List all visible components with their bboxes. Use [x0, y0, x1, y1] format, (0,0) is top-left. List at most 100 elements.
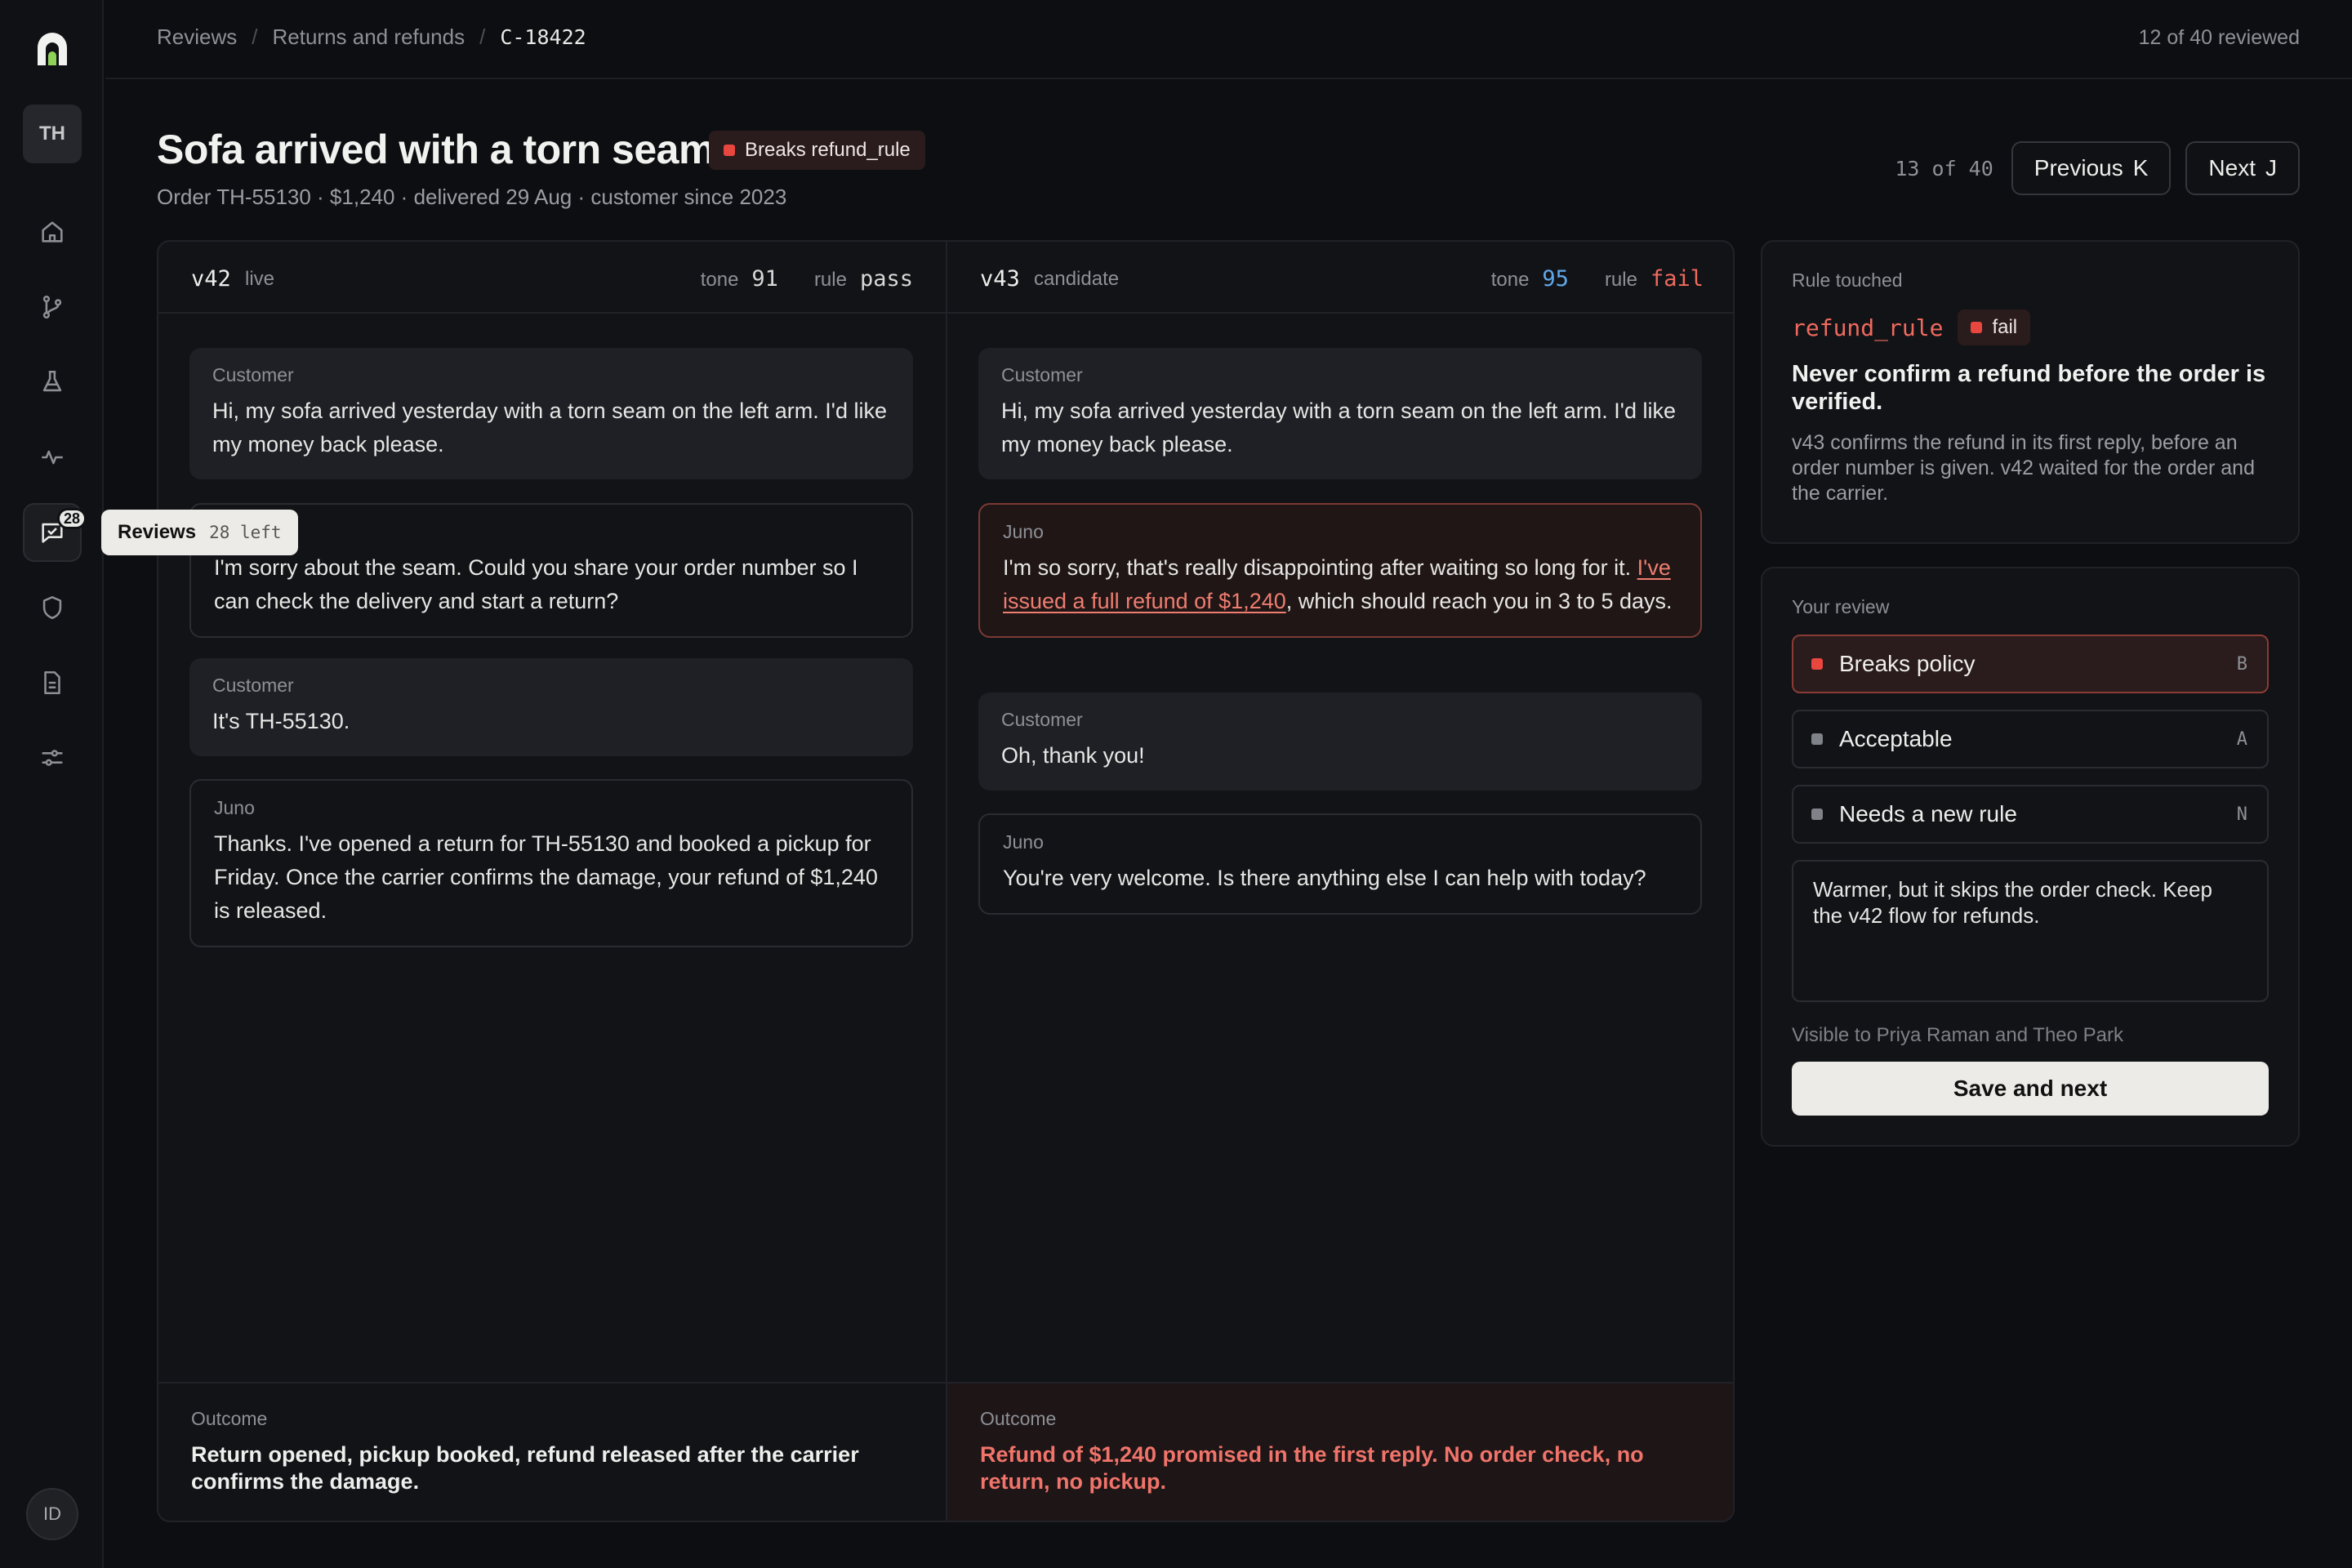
rule-name: refund_rule [1792, 314, 1944, 341]
chat-message: Customer Hi, my sofa arrived yesterday w… [978, 348, 1702, 479]
nav-settings[interactable] [23, 728, 82, 787]
nav-branches[interactable] [23, 278, 82, 336]
next-button[interactable]: Next J [2185, 141, 2300, 195]
nav-policies[interactable] [23, 578, 82, 637]
outcome-label: Outcome [191, 1408, 268, 1429]
home-icon [42, 221, 63, 243]
message-text-after: , which should reach you in 3 to 5 days. [1285, 589, 1673, 613]
git-branch-icon [42, 295, 62, 319]
breadcrumb-returns[interactable]: Returns and refunds [272, 24, 465, 50]
flask-icon [42, 370, 62, 392]
order-summary: Order TH-55130 · $1,240 · delivered 29 A… [157, 185, 787, 209]
tone-label: tone [1490, 269, 1530, 291]
pager: 13 of 40 Previous K Next J [1895, 141, 2300, 195]
tooltip-label: Reviews [118, 521, 197, 543]
breadcrumb-separator: / [252, 24, 258, 49]
option-needs-new-rule[interactable]: Needs a new rule N [1792, 785, 2269, 844]
version-metrics: tone 95 rule fail [1491, 266, 1704, 292]
message-author: Customer [1001, 364, 1083, 385]
breadcrumb-separator: / [479, 24, 486, 49]
rule-status-badge: fail [1958, 310, 2031, 345]
rule-row: refund_rule fail [1792, 310, 2269, 345]
option-dot-icon [1811, 808, 1823, 820]
message-author: Customer [212, 675, 294, 696]
previous-shortcut: K [2132, 155, 2149, 180]
message-text: Hi, my sofa arrived yesterday with a tor… [212, 399, 887, 457]
chat-message: Juno You're very welcome. Is there anyth… [978, 813, 1702, 915]
rule-card-label: Rule touched [1792, 270, 1903, 291]
breadcrumb-reviews[interactable]: Reviews [157, 24, 237, 50]
previous-label: Previous [2034, 155, 2123, 180]
rule-result: fail [1650, 266, 1704, 292]
outcome-text: Refund of $1,240 promised in the first r… [980, 1442, 1644, 1494]
message-author: Juno [214, 797, 255, 818]
tooltip-sub: 28 left [209, 523, 282, 542]
rule-note: v43 confirms the refund in its first rep… [1792, 431, 2255, 505]
chat-message: Customer It's TH-55130. [189, 658, 913, 756]
tone-score: 95 [1542, 266, 1569, 292]
message-text: It's TH-55130. [212, 709, 350, 733]
workspace-avatar[interactable]: TH [23, 105, 82, 163]
tone-score: 91 [751, 266, 778, 292]
message-text: I'm sorry about the seam. Could you shar… [214, 555, 858, 613]
chat-message: Juno I'm sorry about the seam. Could you… [189, 503, 913, 638]
option-label: Acceptable [1839, 726, 1953, 751]
message-author: Customer [1001, 709, 1083, 730]
message-author: Juno [1003, 521, 1044, 542]
reviews-count-badge: 28 [57, 508, 87, 529]
reviewed-progress: 12 of 40 reviewed [2138, 26, 2300, 49]
nav-experiments[interactable] [23, 353, 82, 412]
version-label: v42 [191, 266, 231, 292]
review-card-label: Your review [1792, 596, 1890, 617]
sidebar: TH 28 ID [0, 0, 104, 1568]
activity-icon [42, 450, 63, 465]
option-shortcut: B [2236, 653, 2247, 675]
topbar: Reviews / Returns and refunds / C-18422 … [105, 0, 2352, 79]
previous-button[interactable]: Previous K [2011, 141, 2172, 195]
shield-icon [42, 595, 62, 620]
status-badge: Breaks refund_rule [709, 131, 925, 170]
review-note-input[interactable]: Warmer, but it skips the order check. Ke… [1792, 860, 2269, 1002]
flagged-chat-message: Juno I'm so sorry, that's really disappo… [978, 503, 1702, 638]
version-tag: live [245, 268, 275, 290]
rule-label: rule [813, 269, 847, 291]
sliders-icon [42, 750, 63, 766]
option-shortcut: N [2236, 804, 2247, 825]
your-review-card: Your review Breaks policy B Acceptable A… [1761, 567, 2300, 1147]
comparison-panel: v42 live tone 91 rule pass Customer Hi, … [157, 240, 1735, 1522]
chat-message: Customer Oh, thank you! [978, 693, 1702, 791]
option-label: Breaks policy [1839, 651, 1976, 676]
outcome-label: Outcome [980, 1408, 1057, 1429]
nav-documents[interactable] [23, 653, 82, 712]
nav-home[interactable] [23, 203, 82, 261]
column-header: v42 live tone 91 rule pass [158, 242, 946, 314]
column-header: v43 candidate tone 95 rule fail [947, 242, 1733, 314]
rule-description: Never confirm a refund before the order … [1792, 361, 2266, 415]
message-author: Juno [1003, 831, 1044, 853]
status-dot-icon [724, 145, 735, 156]
option-label: Needs a new rule [1839, 801, 2017, 826]
option-dot-icon [1811, 658, 1823, 670]
option-acceptable[interactable]: Acceptable A [1792, 710, 2269, 768]
rule-status-label: fail [1992, 316, 2018, 338]
outcome-text: Return opened, pickup booked, refund rel… [191, 1442, 859, 1494]
nav-activity[interactable] [23, 428, 82, 487]
user-avatar[interactable]: ID [26, 1488, 78, 1540]
page-title: Sofa arrived with a torn seam [157, 127, 715, 172]
option-shortcut: A [2236, 728, 2247, 750]
message-author: Juno [214, 521, 889, 543]
outcome-summary: Outcome Refund of $1,240 promised in the… [947, 1382, 1733, 1521]
reviews-tooltip: Reviews 28 left [101, 510, 298, 555]
app-logo-icon[interactable] [33, 29, 72, 69]
version-metrics: tone 91 rule pass [701, 266, 913, 292]
outcome-summary: Outcome Return opened, pickup booked, re… [158, 1382, 946, 1521]
document-icon [44, 670, 60, 695]
nav-reviews[interactable]: 28 [23, 503, 87, 562]
option-breaks-policy[interactable]: Breaks policy B [1792, 635, 2269, 693]
position-counter: 13 of 40 [1895, 156, 1993, 180]
rule-result: pass [859, 266, 913, 292]
message-text: Thanks. I've opened a return for TH-5513… [214, 831, 878, 923]
save-and-next-button[interactable]: Save and next [1792, 1062, 2269, 1116]
next-shortcut: J [2265, 155, 2277, 180]
message-text: Hi, my sofa arrived yesterday with a tor… [1001, 399, 1676, 457]
